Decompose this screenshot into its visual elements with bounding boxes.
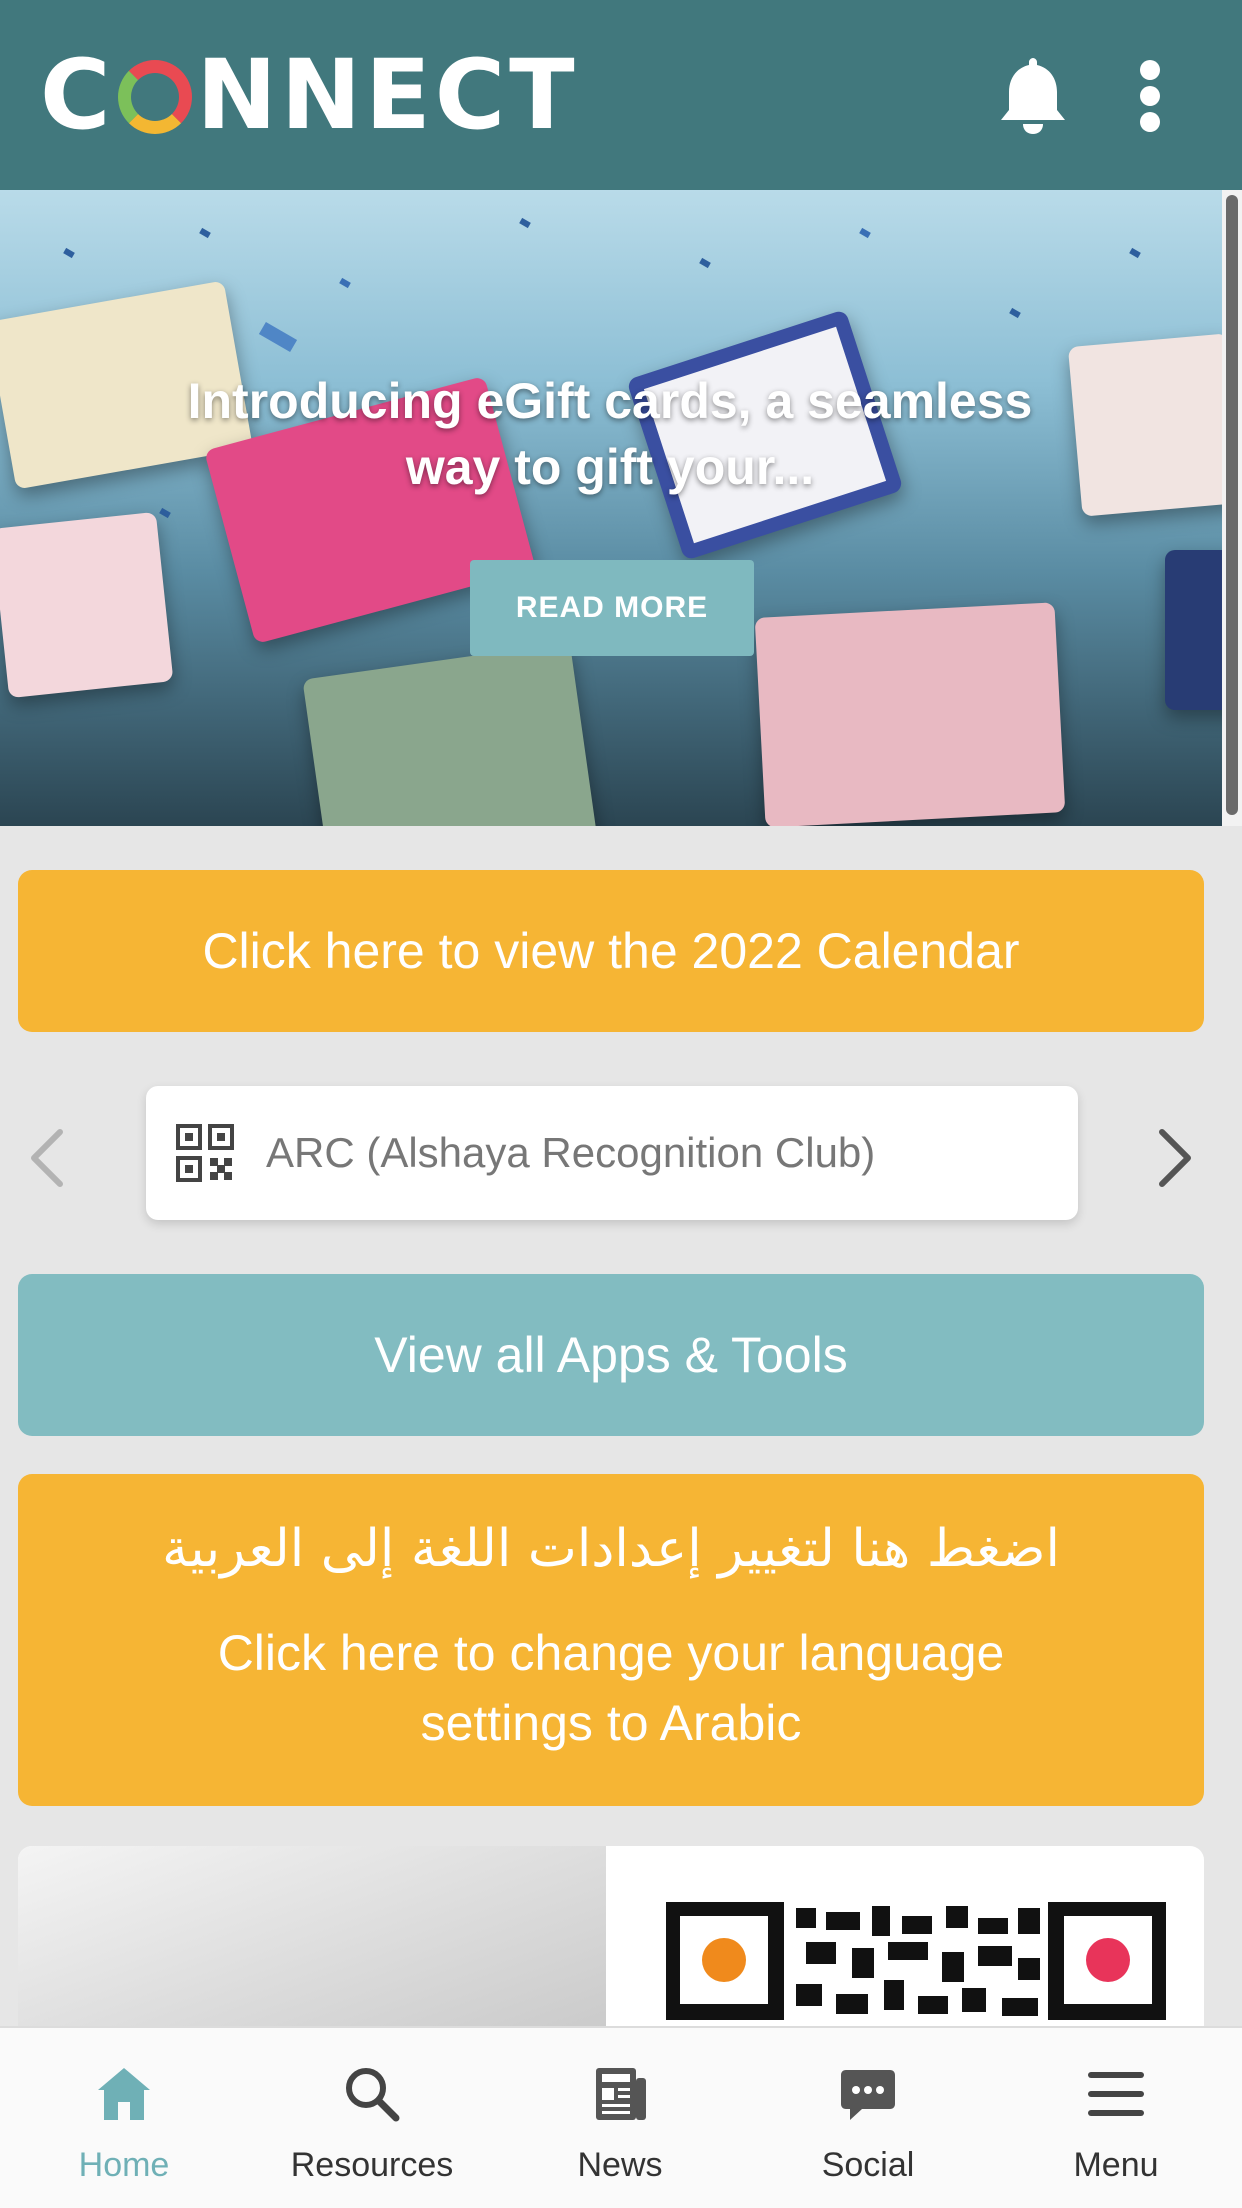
bottom-tab-bar: Home Resources News Social Menu <box>0 2026 1242 2208</box>
connect-logo: C NNECT <box>40 39 579 151</box>
qr-code-icon <box>176 1124 234 1182</box>
hamburger-icon <box>1088 2072 1144 2116</box>
app-header: C NNECT <box>0 0 1242 190</box>
apps-carousel-label: ARC (Alshaya Recognition Club) <box>266 1129 876 1176</box>
chevron-left-icon <box>31 1129 63 1187</box>
read-more-button[interactable]: READ MORE <box>470 560 754 656</box>
tab-news-label: News <box>577 2146 663 2184</box>
promo-card[interactable] <box>18 1846 1204 2046</box>
notifications-button[interactable] <box>995 52 1071 138</box>
tab-menu-label: Menu <box>1073 2146 1159 2184</box>
home-icon <box>98 2068 150 2120</box>
calendar-button[interactable]: Click here to view the 2022 Calendar <box>18 870 1204 1032</box>
gift-card-image <box>754 602 1066 826</box>
tab-resources[interactable]: Resources <box>248 2028 496 2208</box>
arabic-language-label: اضغط هنا لتغيير إعدادات اللغة إلى العربي… <box>162 1519 1060 1579</box>
calendar-button-label: Click here to view the 2022 Calendar <box>202 923 1020 979</box>
carousel-next-button[interactable] <box>1144 1118 1204 1198</box>
newspaper-icon <box>596 2068 646 2120</box>
view-apps-tools-button[interactable]: View all Apps & Tools <box>18 1274 1204 1436</box>
english-language-label: Click here to change your language setti… <box>217 1625 1005 1751</box>
apps-carousel-item[interactable]: ARC (Alshaya Recognition Club) <box>146 1086 1078 1220</box>
tab-home-label: Home <box>78 2146 170 2184</box>
hero-scrollbar[interactable] <box>1222 190 1242 826</box>
language-settings-button[interactable]: اضغط هنا لتغيير إعدادات اللغة إلى العربي… <box>18 1474 1204 1806</box>
more-vertical-icon <box>1140 60 1160 80</box>
hero-title: Introducing eGift cards, a seamless way … <box>187 373 1033 495</box>
qr-code-image <box>666 1902 1166 2046</box>
gift-card-image <box>302 642 598 826</box>
store-interior-image <box>18 1846 606 2046</box>
tab-resources-label: Resources <box>290 2146 454 2184</box>
chat-icon <box>841 2070 895 2120</box>
bell-icon <box>1001 58 1065 134</box>
tab-home[interactable]: Home <box>0 2028 248 2208</box>
carousel-prev-button[interactable] <box>18 1118 78 1198</box>
more-options-button[interactable] <box>1120 52 1180 138</box>
tab-news[interactable]: News <box>496 2028 744 2208</box>
chevron-right-icon <box>1159 1129 1191 1187</box>
hero-banner[interactable]: Introducing eGift cards, a seamless way … <box>0 190 1222 826</box>
view-apps-tools-label: View all Apps & Tools <box>374 1327 848 1383</box>
tab-social[interactable]: Social <box>744 2028 992 2208</box>
tab-menu[interactable]: Menu <box>992 2028 1240 2208</box>
gift-card-image <box>1067 333 1222 517</box>
gift-card-image <box>0 511 174 699</box>
gift-card-image <box>1165 550 1222 710</box>
tab-social-label: Social <box>821 2146 915 2184</box>
search-icon <box>346 2068 400 2122</box>
